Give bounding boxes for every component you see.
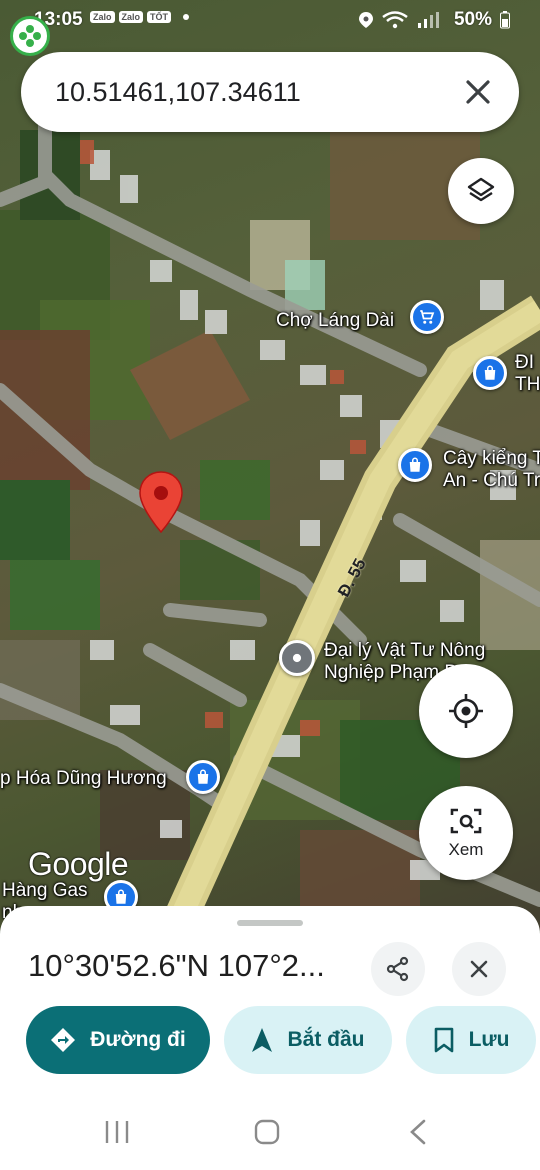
shopping-bag-icon[interactable] <box>473 356 507 390</box>
battery-icon <box>500 11 510 29</box>
poi-label-cay-kieng[interactable]: Cây kiểng T An - Chú Tr <box>443 448 540 492</box>
layers-button[interactable] <box>448 158 514 224</box>
shopping-bag-icon[interactable] <box>186 760 220 794</box>
explore-button[interactable]: Xem <box>419 786 513 880</box>
recent-apps-icon[interactable] <box>102 1118 132 1146</box>
zalo-icon: Zalo <box>90 11 115 23</box>
status-bar: 13:05 Zalo Zalo TỐT 50% <box>0 0 540 40</box>
my-location-icon <box>449 694 483 728</box>
navigation-arrow-icon <box>252 1028 273 1052</box>
action-buttons: Đường đi Bắt đầu Lưu <box>26 1006 536 1074</box>
back-icon[interactable] <box>406 1118 430 1146</box>
poi-label-di-th[interactable]: ĐI TH <box>515 352 540 396</box>
start-label: Bắt đầu <box>287 1028 365 1051</box>
directions-icon <box>51 1028 76 1052</box>
directions-label: Đường đi <box>90 1028 186 1051</box>
bookmark-icon <box>434 1027 453 1053</box>
shopping-cart-icon[interactable] <box>410 300 444 334</box>
share-icon <box>386 956 409 982</box>
directions-button[interactable]: Đường đi <box>26 1006 210 1074</box>
search-bar[interactable] <box>21 52 519 132</box>
start-button[interactable]: Bắt đầu <box>224 1006 392 1074</box>
more-notifications-dot <box>183 14 190 20</box>
location-pin-icon[interactable] <box>279 640 315 676</box>
explore-label: Xem <box>448 840 484 859</box>
battery-percent: 50% <box>453 9 492 30</box>
app-shortcut-icon[interactable] <box>10 16 50 56</box>
poi-label-cho-lang-dai[interactable]: Chợ Láng Dài <box>276 310 394 332</box>
my-location-button[interactable] <box>419 664 513 758</box>
google-logo: Google <box>28 846 129 882</box>
status-right: 50% <box>358 9 510 31</box>
system-nav-bar <box>0 1108 540 1156</box>
signal-icon <box>417 12 439 28</box>
notification-icons: Zalo Zalo TỐT <box>90 11 190 23</box>
camera-search-icon <box>450 808 482 834</box>
close-icon <box>470 960 488 978</box>
location-icon <box>358 12 373 28</box>
shopping-bag-icon[interactable] <box>398 448 432 482</box>
search-input[interactable] <box>55 76 435 108</box>
save-label: Lưu <box>468 1028 510 1051</box>
layers-icon <box>467 177 495 202</box>
zalo-icon: Zalo <box>118 11 144 23</box>
sheet-drag-handle[interactable] <box>237 920 303 926</box>
clear-search-icon[interactable] <box>463 77 493 107</box>
home-icon[interactable] <box>253 1118 281 1146</box>
poi-label-hoa-dung-huong[interactable]: p Hóa Dũng Hương <box>0 768 167 790</box>
share-button[interactable] <box>371 942 425 996</box>
tot-icon: TỐT <box>147 11 172 23</box>
save-button[interactable]: Lưu <box>406 1006 536 1074</box>
coordinates-title: 10°30'52.6"N 107°2... <box>28 948 325 983</box>
close-sheet-button[interactable] <box>452 942 506 996</box>
wifi-icon <box>382 11 408 29</box>
